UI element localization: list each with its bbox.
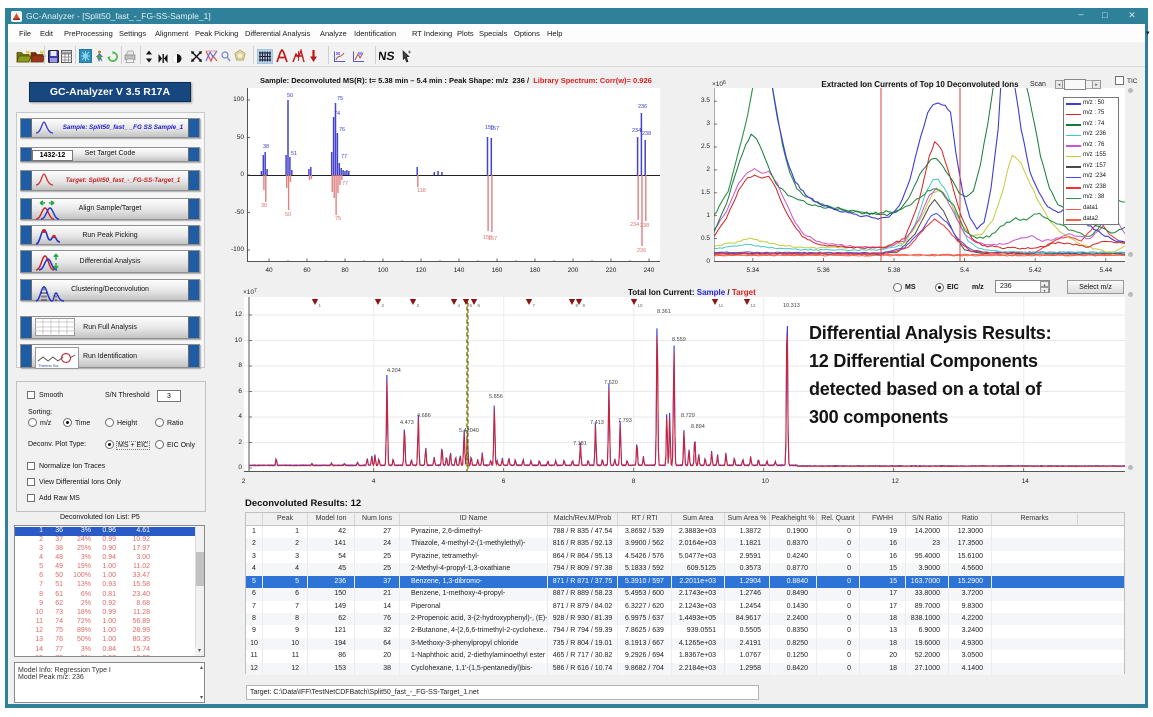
svg-text:238: 238 bbox=[642, 131, 651, 137]
svg-text:75: 75 bbox=[335, 216, 341, 222]
svg-text:38: 38 bbox=[261, 203, 267, 209]
svg-text:Thermo Sci: Thermo Sci bbox=[38, 363, 59, 368]
svg-text:NS: NS bbox=[379, 49, 394, 63]
svg-text:236: 236 bbox=[637, 248, 646, 254]
svg-text:157: 157 bbox=[488, 236, 497, 242]
svg-text:75: 75 bbox=[337, 96, 343, 102]
svg-text:234: 234 bbox=[632, 128, 641, 134]
svg-text:238: 238 bbox=[640, 223, 649, 229]
svg-text:77: 77 bbox=[341, 154, 347, 160]
svg-text:236: 236 bbox=[638, 104, 647, 110]
svg-text:234: 234 bbox=[630, 222, 639, 228]
svg-text:77: 77 bbox=[342, 181, 348, 187]
svg-text:118: 118 bbox=[417, 188, 426, 194]
svg-text:50: 50 bbox=[287, 93, 293, 99]
svg-text:157: 157 bbox=[490, 126, 499, 132]
svg-text:38: 38 bbox=[263, 144, 269, 150]
svg-text:51: 51 bbox=[291, 151, 297, 157]
svg-text:74: 74 bbox=[334, 111, 340, 117]
svg-text:50: 50 bbox=[285, 212, 291, 218]
svg-text:76: 76 bbox=[339, 127, 345, 133]
